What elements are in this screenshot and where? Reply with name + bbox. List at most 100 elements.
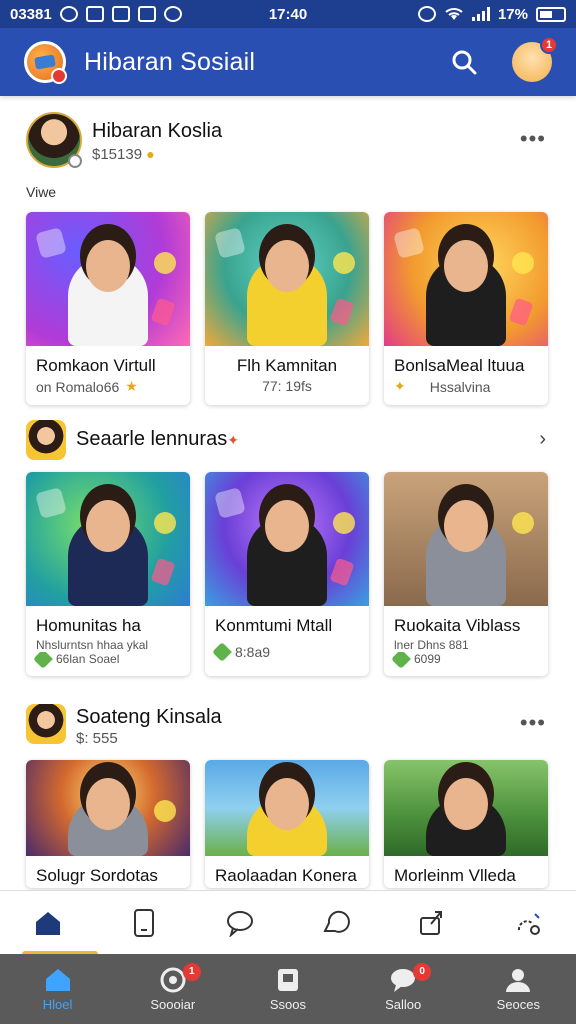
content-card[interactable]: Konmtumi Mtall 8:8a9 (205, 472, 369, 676)
magic-icon (517, 912, 540, 935)
section-title: Seaarle lennuras✦ (76, 428, 239, 450)
card-thumbnail (26, 472, 190, 606)
sync-status-icon (163, 6, 182, 22)
card-title: Flh Kamnitan (236, 356, 338, 375)
tab-label: Seoces (496, 996, 541, 1012)
nav-share[interactable] (402, 893, 462, 953)
coin-icon: ● (146, 146, 155, 162)
camera-mini-icon (68, 154, 82, 168)
card-thumbnail (384, 212, 548, 346)
share-icon (420, 910, 442, 935)
status-bar: 03381 17:40 17% (0, 0, 576, 28)
app-logo[interactable] (24, 41, 67, 84)
section-3: Soateng Kinsala $: 555 ••• Solugr Sordot… (0, 696, 576, 888)
content-card[interactable]: Ruokaita Viblass lner Dhns 881 6099 (384, 472, 548, 676)
card-thumbnail (26, 760, 190, 856)
tab-messages[interactable]: 0 Salloo (353, 962, 453, 1012)
tab-label: Soooiar (150, 996, 196, 1012)
tab-scenes[interactable]: Ssoos (238, 967, 338, 1012)
section-avatar[interactable] (26, 704, 66, 744)
app-status-icon (111, 6, 130, 22)
card-title: Morleinm Vlleda (394, 866, 516, 885)
content-card[interactable]: Raolaadan Konera (205, 760, 369, 888)
like-icon (391, 652, 411, 669)
section-title: Hibaran Koslia (92, 120, 223, 142)
signal-icon (471, 7, 490, 21)
chat-bubble-icon (227, 910, 253, 937)
section-avatar[interactable] (26, 112, 82, 168)
card-row: Homunitas ha Nhslurntsn hhaa ykal 66lan … (26, 472, 550, 676)
message-status-icon (85, 6, 104, 22)
nav-chat[interactable] (210, 893, 270, 953)
card-title: Homunitas ha (36, 616, 141, 635)
card-meta: 8:8a9 (205, 638, 369, 670)
content-card[interactable]: Flh Kamnitan 77: 19fs (205, 212, 369, 405)
card-meta: ✦ Hssalvina (394, 378, 491, 395)
section-title: Soateng Kinsala (76, 706, 222, 728)
section-subtitle: $15139 ● (92, 146, 155, 163)
card-title: BonlsaMeal ltuua (394, 356, 525, 375)
section-2: Seaarle lennuras✦ › Homunitas ha Nhslurn… (0, 414, 576, 676)
content-card[interactable]: Morleinm Vlleda (384, 760, 548, 888)
like-icon (212, 642, 232, 662)
logo-badge (51, 68, 67, 84)
section-1: Hibaran Koslia $15139 ● ••• Viwe Romkaon… (0, 96, 576, 405)
card-row: Solugr Sordotas Raolaadan Konera Morlein… (26, 760, 550, 888)
more-options-icon[interactable]: ••• (520, 126, 546, 152)
status-time: 17:40 (268, 5, 308, 23)
app-title: Hibaran Sosiail (84, 47, 256, 76)
tab-label: Hloel (42, 996, 73, 1012)
content-card[interactable]: Solugr Sordotas (26, 760, 190, 888)
content-card[interactable]: Romkaon Virtull on Romalo66 ★ (26, 212, 190, 405)
card-title: Romkaon Virtull (36, 356, 156, 375)
nav-explore[interactable] (498, 893, 558, 953)
card-row: Romkaon Virtull on Romalo66 ★ Flh Kamnita… (26, 212, 550, 405)
card-thumbnail (384, 760, 548, 856)
tab-bar: Hloel 1 Soooiar Ssoos 0 Salloo Seoces (0, 954, 576, 1024)
tab-social[interactable]: 1 Soooiar (123, 962, 223, 1012)
wifi-icon (445, 8, 463, 20)
search-icon (452, 50, 477, 75)
settings-status-icon (59, 6, 78, 22)
like-icon (33, 652, 53, 669)
battery-percent: 17% (497, 5, 528, 23)
tab-profile[interactable]: Seoces (468, 967, 568, 1012)
more-options-icon[interactable]: ••• (520, 710, 546, 736)
section-avatar[interactable] (26, 420, 66, 460)
tab-home[interactable]: Hloel (8, 967, 108, 1012)
chevron-right-icon[interactable]: › (539, 428, 546, 451)
tab-label: Ssoos (269, 996, 307, 1012)
speech-icon (323, 910, 350, 933)
card-title: Raolaadan Konera (215, 866, 357, 885)
section-caption: Viwe (26, 184, 57, 200)
card-thumbnail (205, 212, 369, 346)
section-subtitle: $: 555 (76, 730, 118, 747)
content-card[interactable]: Homunitas ha Nhslurntsn hhaa ykal 66lan … (26, 472, 190, 676)
profile-avatar[interactable]: 1 (512, 36, 558, 82)
card-meta: Nhslurntsn hhaa ykal (36, 638, 149, 652)
user-icon (506, 968, 531, 992)
clipboard-icon (277, 968, 298, 991)
search-button[interactable] (444, 42, 484, 82)
card-thumbnail (205, 472, 369, 606)
card-meta-secondary: 66lan Soael (26, 652, 190, 676)
tab-badge: 1 (182, 962, 201, 981)
card-thumbnail (205, 760, 369, 856)
card-thumbnail (384, 472, 548, 606)
notification-badge: 1 (540, 36, 558, 54)
card-thumbnail (26, 212, 190, 346)
sparkle-icon: ✦ (394, 378, 406, 394)
nav-home[interactable] (18, 893, 98, 957)
nav-notifications[interactable] (306, 893, 366, 953)
tab-label: Salloo (385, 996, 422, 1012)
star-icon: ★ (125, 378, 138, 394)
content-card[interactable]: BonlsaMeal ltuua ✦ Hssalvina (384, 212, 548, 405)
feed[interactable]: Hibaran Koslia $15139 ● ••• Viwe Romkaon… (0, 96, 576, 890)
battery-icon (536, 6, 566, 22)
nav-device[interactable] (114, 893, 174, 953)
card-meta: lner Dhns 881 (394, 638, 469, 652)
bottom-navigation (0, 890, 576, 957)
card-meta-secondary: 6099 (384, 652, 548, 676)
card-meta: on Romalo66 ★ (36, 378, 138, 395)
phone-icon (134, 908, 154, 937)
